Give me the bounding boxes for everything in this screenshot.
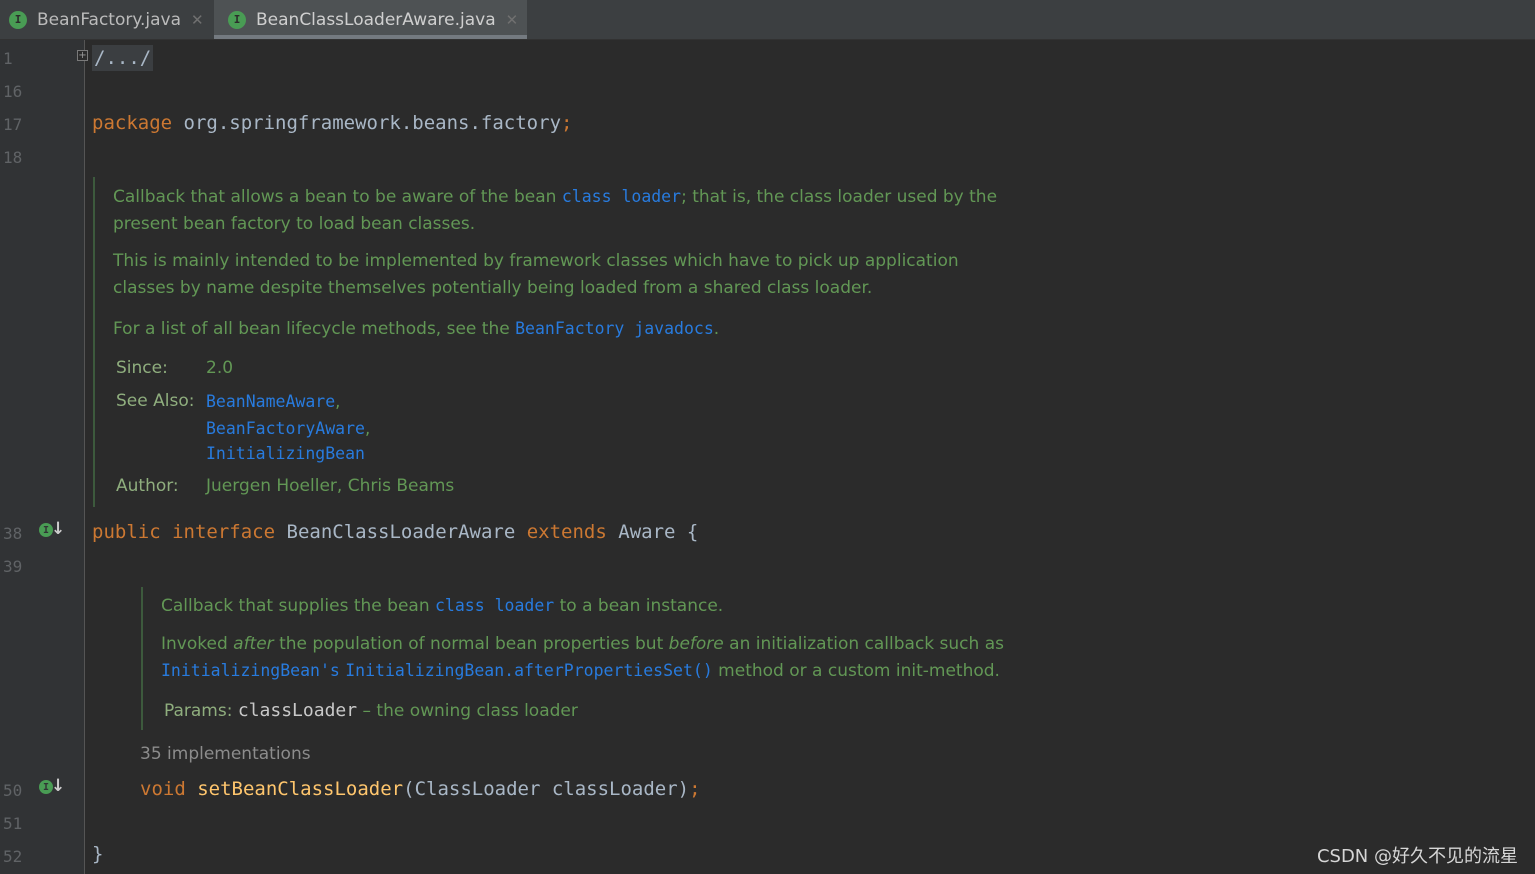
public-keyword: public bbox=[92, 521, 161, 543]
doc-text: to a bean instance. bbox=[554, 596, 724, 616]
method-name[interactable]: setBeanClassLoader bbox=[197, 778, 403, 800]
doc-link-afterpropertiesset[interactable]: InitializingBean.afterPropertiesSet() bbox=[345, 661, 713, 680]
extends-keyword: extends bbox=[526, 521, 607, 543]
doc-emphasis: before bbox=[668, 634, 724, 654]
tab-beanfactory[interactable]: I BeanFactory.java ✕ bbox=[9, 0, 214, 39]
doc-comment-bar bbox=[93, 177, 95, 507]
semicolon: ; bbox=[689, 778, 701, 800]
params-line: Params: classLoader – the owning class l… bbox=[164, 700, 578, 721]
doc-link-beanfactory[interactable]: BeanFactory javadocs bbox=[515, 319, 714, 338]
class-doc-line: Callback that allows a bean to be aware … bbox=[113, 187, 997, 207]
gutter-divider bbox=[84, 40, 85, 874]
doc-link-initializingbean[interactable]: InitializingBean's bbox=[161, 661, 340, 680]
interface-icon: I bbox=[228, 10, 246, 29]
implemented-by-icon[interactable]: I ↓ bbox=[39, 776, 66, 797]
method-declaration: void setBeanClassLoader(ClassLoader clas… bbox=[140, 778, 701, 800]
method-doc-line: Invoked after the population of normal b… bbox=[161, 634, 1004, 654]
since-label: Since: bbox=[116, 358, 168, 378]
doc-text: the population of normal bean properties… bbox=[273, 634, 669, 654]
interface-keyword: interface bbox=[172, 521, 276, 543]
doc-text: Callback that allows a bean to be aware … bbox=[113, 187, 562, 207]
class-doc-line: For a list of all bean lifecycle methods… bbox=[113, 319, 719, 339]
arrow-down-icon: ↓ bbox=[51, 519, 66, 539]
package-name: org.springframework.beans.factory bbox=[172, 112, 562, 134]
semicolon: ; bbox=[561, 112, 573, 134]
since-value: 2.0 bbox=[206, 358, 234, 378]
doc-text: For a list of all bean lifecycle methods… bbox=[113, 319, 516, 339]
line-number: 51 bbox=[3, 814, 23, 833]
tab-beanclassloaderaware[interactable]: I BeanClassLoaderAware.java ✕ bbox=[214, 0, 527, 39]
see-also-text: BeanNameAware bbox=[206, 392, 336, 411]
author-value: Juergen Hoeller, Chris Beams bbox=[206, 476, 455, 496]
line-number: 52 bbox=[3, 847, 23, 866]
interface-icon: I bbox=[9, 10, 27, 29]
line-number: 1 bbox=[3, 49, 13, 68]
line-number: 18 bbox=[3, 148, 23, 167]
line-number: 50 bbox=[3, 781, 23, 800]
arrow-down-icon: ↓ bbox=[51, 776, 66, 796]
interface-declaration: public interface BeanClassLoaderAware ex… bbox=[92, 521, 698, 543]
method-doc-line: InitializingBean's InitializingBean.afte… bbox=[161, 661, 1000, 681]
doc-link-class-loader[interactable]: class loader bbox=[562, 187, 681, 206]
doc-text: an initialization callback such as bbox=[723, 634, 1004, 654]
params-label: Params: bbox=[164, 701, 233, 721]
method-doc-line: Callback that supplies the bean class lo… bbox=[161, 596, 723, 616]
tab-label: BeanFactory.java bbox=[37, 9, 182, 30]
expand-fold-icon[interactable]: + bbox=[77, 50, 88, 61]
editor-tab-bar: I BeanFactory.java ✕ I BeanClassLoaderAw… bbox=[0, 0, 1535, 40]
doc-emphasis: after bbox=[233, 634, 274, 654]
package-statement: package org.springframework.beans.factor… bbox=[92, 112, 572, 134]
method-params: (ClassLoader classLoader) bbox=[403, 778, 690, 800]
class-doc-line: This is mainly intended to be implemente… bbox=[113, 251, 959, 271]
close-icon[interactable]: ✕ bbox=[191, 11, 204, 29]
see-also-link[interactable]: InitializingBean bbox=[206, 444, 365, 463]
closing-brace: } bbox=[92, 843, 104, 865]
separator: , bbox=[364, 419, 371, 438]
line-number: 17 bbox=[3, 115, 23, 134]
param-description: – the owning class loader bbox=[357, 701, 578, 721]
doc-text: Invoked bbox=[161, 634, 234, 654]
line-number: 39 bbox=[3, 557, 23, 576]
close-icon[interactable]: ✕ bbox=[506, 11, 519, 29]
doc-link-class-loader[interactable]: class loader bbox=[435, 596, 554, 615]
collapsed-header-comment[interactable]: /.../ bbox=[92, 45, 154, 71]
implementations-hint[interactable]: 35 implementations bbox=[140, 744, 311, 764]
doc-text: method or a custom init-method. bbox=[712, 661, 1000, 681]
line-number: 16 bbox=[3, 82, 23, 101]
see-also-link[interactable]: BeanFactoryAware, bbox=[206, 419, 370, 438]
author-label: Author: bbox=[116, 476, 179, 496]
class-doc-line: classes by name despite themselves poten… bbox=[113, 278, 873, 298]
implemented-by-icon[interactable]: I ↓ bbox=[39, 519, 66, 540]
parent-interface[interactable]: Aware bbox=[618, 521, 675, 543]
see-also-link[interactable]: BeanNameAware, bbox=[206, 392, 340, 411]
line-number: 38 bbox=[3, 524, 23, 543]
doc-text: Callback that supplies the bean bbox=[161, 596, 435, 616]
separator: , bbox=[335, 392, 341, 411]
see-also-label: See Also: bbox=[116, 391, 195, 411]
interface-name[interactable]: BeanClassLoaderAware bbox=[287, 521, 516, 543]
see-also-text: BeanFactoryAware bbox=[206, 419, 365, 438]
open-brace: { bbox=[686, 521, 699, 543]
param-name: classLoader bbox=[237, 700, 358, 721]
package-keyword: package bbox=[92, 112, 173, 134]
tab-label: BeanClassLoaderAware.java bbox=[256, 9, 496, 30]
void-keyword: void bbox=[140, 778, 186, 800]
doc-text: . bbox=[713, 319, 720, 339]
doc-text: ; that is, the class loader used by the bbox=[681, 187, 998, 207]
doc-comment-bar bbox=[141, 587, 143, 730]
watermark: CSDN @好久不见的流星 bbox=[1316, 846, 1518, 867]
class-doc-line: present bean factory to load bean classe… bbox=[113, 214, 476, 234]
active-tab-indicator bbox=[214, 35, 527, 39]
